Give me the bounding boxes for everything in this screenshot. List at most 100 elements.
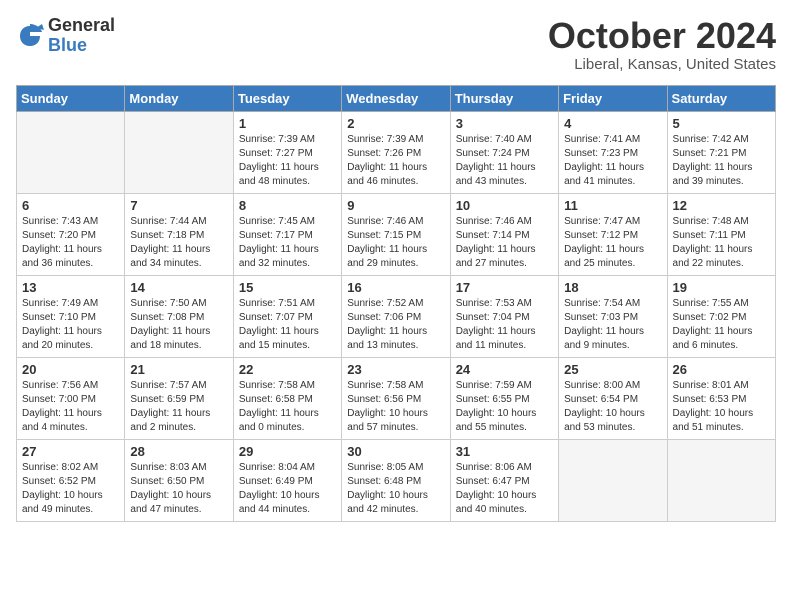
day-detail: Sunrise: 7:54 AMSunset: 7:03 PMDaylight:…	[564, 297, 661, 353]
day-detail: Sunrise: 8:05 AMSunset: 6:48 PMDaylight:…	[347, 461, 444, 517]
day-detail: Sunrise: 8:00 AMSunset: 6:54 PMDaylight:…	[564, 379, 661, 435]
day-detail: Sunrise: 7:44 AMSunset: 7:18 PMDaylight:…	[130, 215, 227, 271]
calendar-day-cell: 30 Sunrise: 8:05 AMSunset: 6:48 PMDayligh…	[342, 439, 450, 521]
page-header: General Blue October 2024 Liberal, Kansa…	[16, 16, 776, 73]
day-number: 2	[347, 116, 444, 131]
calendar-table: SundayMondayTuesdayWednesdayThursdayFrid…	[16, 85, 776, 522]
day-detail: Sunrise: 7:59 AMSunset: 6:55 PMDaylight:…	[456, 379, 553, 435]
day-number: 28	[130, 444, 227, 459]
calendar-day-cell: 20 Sunrise: 7:56 AMSunset: 7:00 PMDayligh…	[17, 357, 125, 439]
logo-icon	[16, 22, 44, 50]
day-number: 18	[564, 280, 661, 295]
logo: General Blue	[16, 16, 115, 56]
calendar-day-cell: 10 Sunrise: 7:46 AMSunset: 7:14 PMDayligh…	[450, 193, 558, 275]
logo-text: General Blue	[48, 16, 115, 56]
day-number: 14	[130, 280, 227, 295]
day-number: 16	[347, 280, 444, 295]
day-detail: Sunrise: 8:01 AMSunset: 6:53 PMDaylight:…	[673, 379, 770, 435]
weekday-header: Thursday	[450, 85, 558, 111]
calendar-day-cell: 28Sunrise: 8:03 AMSunset: 6:50 PMDayligh…	[125, 439, 233, 521]
day-detail: Sunrise: 8:04 AMSunset: 6:49 PMDaylight:…	[239, 461, 336, 517]
day-number: 11	[564, 198, 661, 213]
day-number: 29	[239, 444, 336, 459]
calendar-day-cell: 25 Sunrise: 8:00 AMSunset: 6:54 PMDayligh…	[559, 357, 667, 439]
calendar-day-cell: 23Sunrise: 7:58 AMSunset: 6:56 PMDayligh…	[342, 357, 450, 439]
calendar-week-row: 20 Sunrise: 7:56 AMSunset: 7:00 PMDayligh…	[17, 357, 776, 439]
day-number: 13	[22, 280, 119, 295]
calendar-day-cell: 6Sunrise: 7:43 AMSunset: 7:20 PMDaylight…	[17, 193, 125, 275]
logo-blue: Blue	[48, 36, 115, 56]
calendar-day-cell: 26 Sunrise: 8:01 AMSunset: 6:53 PMDayligh…	[667, 357, 775, 439]
day-number: 15	[239, 280, 336, 295]
calendar-day-cell: 19Sunrise: 7:55 AMSunset: 7:02 PMDayligh…	[667, 275, 775, 357]
day-detail: Sunrise: 7:39 AMSunset: 7:27 PMDaylight:…	[239, 133, 336, 189]
calendar-day-cell: 16 Sunrise: 7:52 AMSunset: 7:06 PMDayligh…	[342, 275, 450, 357]
weekday-header: Wednesday	[342, 85, 450, 111]
day-number: 27	[22, 444, 119, 459]
day-detail: Sunrise: 7:46 AMSunset: 7:15 PMDaylight:…	[347, 215, 444, 271]
day-number: 19	[673, 280, 770, 295]
day-number: 26	[673, 362, 770, 377]
calendar-day-cell	[17, 111, 125, 193]
calendar-day-cell	[667, 439, 775, 521]
calendar-week-row: 6Sunrise: 7:43 AMSunset: 7:20 PMDaylight…	[17, 193, 776, 275]
weekday-header: Friday	[559, 85, 667, 111]
calendar-day-cell: 29 Sunrise: 8:04 AMSunset: 6:49 PMDayligh…	[233, 439, 341, 521]
day-number: 22	[239, 362, 336, 377]
calendar-week-row: 1 Sunrise: 7:39 AMSunset: 7:27 PMDaylight…	[17, 111, 776, 193]
day-detail: Sunrise: 7:56 AMSunset: 7:00 PMDaylight:…	[22, 379, 119, 435]
calendar-day-cell: 11Sunrise: 7:47 AMSunset: 7:12 PMDayligh…	[559, 193, 667, 275]
day-number: 10	[456, 198, 553, 213]
calendar-day-cell: 17 Sunrise: 7:53 AMSunset: 7:04 PMDayligh…	[450, 275, 558, 357]
calendar-day-cell: 27 Sunrise: 8:02 AMSunset: 6:52 PMDayligh…	[17, 439, 125, 521]
weekday-header: Monday	[125, 85, 233, 111]
day-number: 1	[239, 116, 336, 131]
day-detail: Sunrise: 7:39 AMSunset: 7:26 PMDaylight:…	[347, 133, 444, 189]
day-number: 8	[239, 198, 336, 213]
day-number: 7	[130, 198, 227, 213]
day-number: 21	[130, 362, 227, 377]
day-detail: Sunrise: 7:49 AMSunset: 7:10 PMDaylight:…	[22, 297, 119, 353]
calendar-day-cell: 4 Sunrise: 7:41 AMSunset: 7:23 PMDaylight…	[559, 111, 667, 193]
calendar-day-cell: 14Sunrise: 7:50 AMSunset: 7:08 PMDayligh…	[125, 275, 233, 357]
calendar-day-cell: 21 Sunrise: 7:57 AMSunset: 6:59 PMDayligh…	[125, 357, 233, 439]
calendar-day-cell: 8Sunrise: 7:45 AMSunset: 7:17 PMDaylight…	[233, 193, 341, 275]
day-detail: Sunrise: 7:46 AMSunset: 7:14 PMDaylight:…	[456, 215, 553, 271]
weekday-header: Saturday	[667, 85, 775, 111]
day-detail: Sunrise: 7:57 AMSunset: 6:59 PMDaylight:…	[130, 379, 227, 435]
weekday-header-row: SundayMondayTuesdayWednesdayThursdayFrid…	[17, 85, 776, 111]
day-number: 17	[456, 280, 553, 295]
day-detail: Sunrise: 7:53 AMSunset: 7:04 PMDaylight:…	[456, 297, 553, 353]
day-number: 30	[347, 444, 444, 459]
day-detail: Sunrise: 7:40 AMSunset: 7:24 PMDaylight:…	[456, 133, 553, 189]
calendar-week-row: 27 Sunrise: 8:02 AMSunset: 6:52 PMDayligh…	[17, 439, 776, 521]
calendar-day-cell: 7 Sunrise: 7:44 AMSunset: 7:18 PMDaylight…	[125, 193, 233, 275]
calendar-day-cell: 22 Sunrise: 7:58 AMSunset: 6:58 PMDayligh…	[233, 357, 341, 439]
day-detail: Sunrise: 7:58 AMSunset: 6:58 PMDaylight:…	[239, 379, 336, 435]
weekday-header: Tuesday	[233, 85, 341, 111]
day-detail: Sunrise: 7:51 AMSunset: 7:07 PMDaylight:…	[239, 297, 336, 353]
calendar-day-cell: 2 Sunrise: 7:39 AMSunset: 7:26 PMDaylight…	[342, 111, 450, 193]
calendar-day-cell	[125, 111, 233, 193]
calendar-day-cell: 3Sunrise: 7:40 AMSunset: 7:24 PMDaylight…	[450, 111, 558, 193]
month-title: October 2024	[548, 16, 776, 56]
calendar-day-cell: 31Sunrise: 8:06 AMSunset: 6:47 PMDayligh…	[450, 439, 558, 521]
calendar-day-cell: 9 Sunrise: 7:46 AMSunset: 7:15 PMDaylight…	[342, 193, 450, 275]
calendar-week-row: 13 Sunrise: 7:49 AMSunset: 7:10 PMDayligh…	[17, 275, 776, 357]
day-number: 24	[456, 362, 553, 377]
day-number: 20	[22, 362, 119, 377]
calendar-day-cell: 5Sunrise: 7:42 AMSunset: 7:21 PMDaylight…	[667, 111, 775, 193]
day-detail: Sunrise: 7:52 AMSunset: 7:06 PMDaylight:…	[347, 297, 444, 353]
day-detail: Sunrise: 8:02 AMSunset: 6:52 PMDaylight:…	[22, 461, 119, 517]
calendar-day-cell: 18 Sunrise: 7:54 AMSunset: 7:03 PMDayligh…	[559, 275, 667, 357]
title-block: October 2024 Liberal, Kansas, United Sta…	[548, 16, 776, 73]
location: Liberal, Kansas, United States	[548, 56, 776, 73]
day-detail: Sunrise: 7:41 AMSunset: 7:23 PMDaylight:…	[564, 133, 661, 189]
day-number: 12	[673, 198, 770, 213]
day-number: 9	[347, 198, 444, 213]
day-detail: Sunrise: 7:42 AMSunset: 7:21 PMDaylight:…	[673, 133, 770, 189]
calendar-day-cell: 15 Sunrise: 7:51 AMSunset: 7:07 PMDayligh…	[233, 275, 341, 357]
day-number: 23	[347, 362, 444, 377]
day-number: 4	[564, 116, 661, 131]
day-number: 25	[564, 362, 661, 377]
